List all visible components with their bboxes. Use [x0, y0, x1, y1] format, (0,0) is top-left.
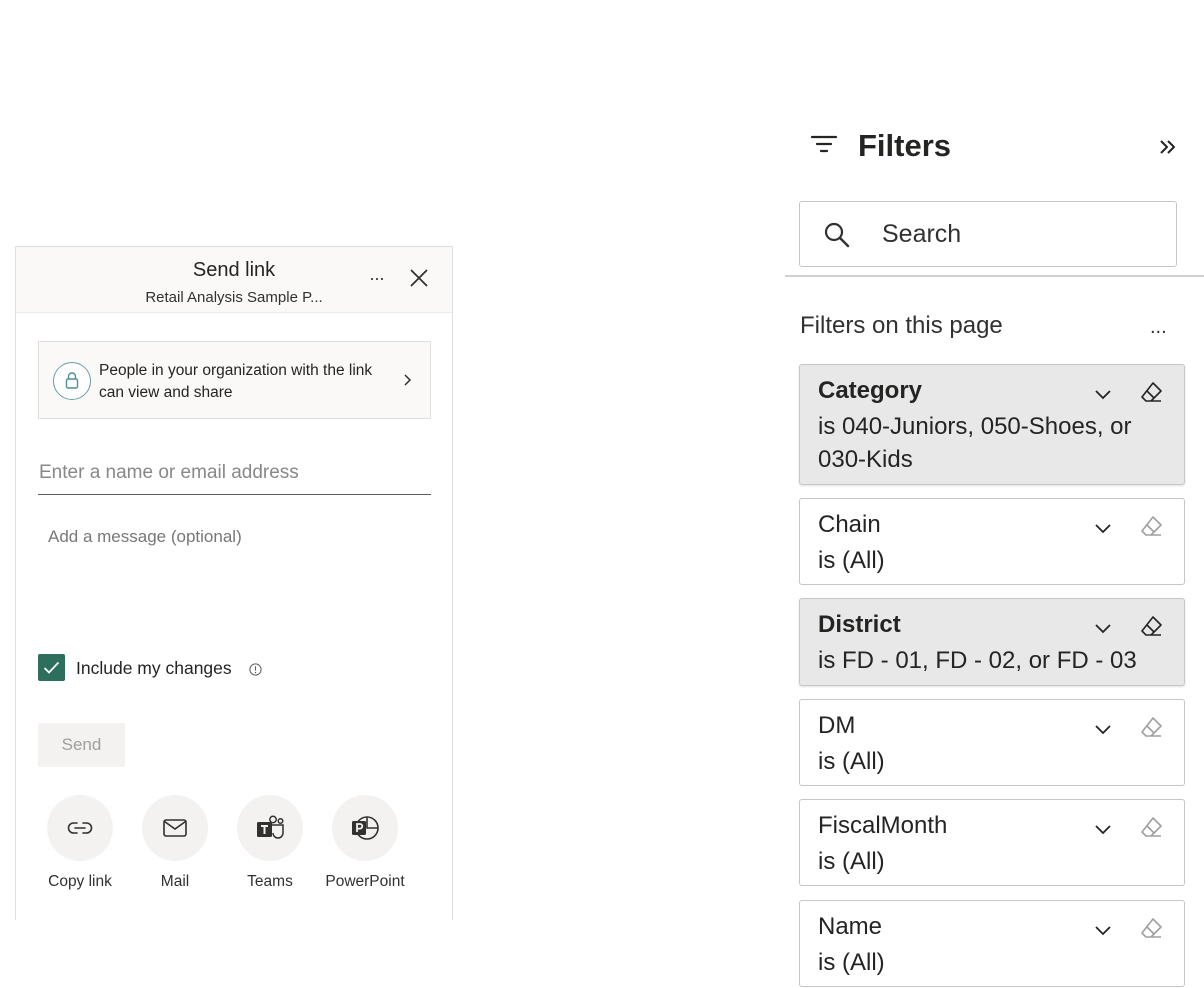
copy-link-option[interactable]: Copy link [35, 795, 125, 905]
filter-card-name: FiscalMonth [818, 812, 948, 839]
chevron-down-icon[interactable] [1092, 517, 1114, 539]
include-changes-label: Include my changes [76, 658, 232, 678]
eraser-icon[interactable] [1138, 814, 1164, 840]
filter-card-district[interactable]: District is FD - 01, FD - 02, or FD - 03 [799, 598, 1185, 686]
filter-card-value: is FD - 01, FD - 02, or FD - 03 [818, 647, 1137, 674]
lock-icon [53, 362, 91, 400]
filter-card-name: Chain [818, 511, 881, 538]
pane-divider [785, 275, 1204, 277]
powerpoint-icon [352, 816, 379, 840]
close-icon[interactable] [408, 267, 430, 289]
chevron-down-icon[interactable] [1092, 383, 1114, 405]
filter-card-name-field[interactable]: Name is (All) [799, 900, 1185, 987]
chevron-down-icon[interactable] [1092, 718, 1114, 740]
eraser-icon[interactable] [1138, 613, 1164, 639]
section-title: Filters on this page [800, 312, 1003, 339]
chevron-right-icon [404, 374, 412, 386]
checkmark-icon [43, 661, 60, 674]
collapse-pane-icon[interactable] [1158, 137, 1178, 157]
powerpoint-button[interactable] [332, 795, 398, 861]
filter-card-name: Name [818, 913, 883, 940]
chevron-down-icon[interactable] [1092, 919, 1114, 941]
mail-label: Mail [160, 873, 190, 890]
filter-card-value: is 040-Juniors, 050-Shoes, or 030-Kids [818, 413, 1132, 473]
teams-label: Teams [247, 873, 293, 890]
recipient-input[interactable] [38, 453, 431, 495]
teams-option[interactable]: Teams [225, 795, 315, 905]
filter-card-category[interactable]: Category is 040-Juniors, 050-Shoes, or 0… [799, 364, 1185, 485]
dialog-subtitle: Retail Analysis Sample P... [145, 289, 323, 306]
filter-card-fiscalmonth[interactable]: FiscalMonth is (All) [799, 799, 1185, 886]
filter-card-value: is (All) [818, 547, 885, 574]
send-button[interactable]: Send [38, 723, 125, 767]
eraser-icon[interactable] [1138, 915, 1164, 941]
send-link-dialog: Send link Retail Analysis Sample P... ..… [15, 246, 453, 920]
chevron-down-icon[interactable] [1092, 818, 1114, 840]
filter-card-value: is (All) [818, 748, 885, 775]
copy-link-label: Copy link [48, 873, 112, 890]
eraser-icon[interactable] [1138, 513, 1164, 539]
mail-icon [163, 819, 187, 837]
filter-card-name: District [818, 611, 901, 638]
section-more-options[interactable]: ... [1150, 316, 1167, 339]
teams-button[interactable] [237, 795, 303, 861]
filter-search-box[interactable] [799, 201, 1177, 267]
mail-option[interactable]: Mail [130, 795, 220, 905]
dialog-header: Send link Retail Analysis Sample P... ..… [16, 247, 452, 313]
mail-button[interactable] [142, 795, 208, 861]
filter-icon [810, 135, 838, 153]
eraser-icon[interactable] [1138, 714, 1164, 740]
include-changes-checkbox[interactable] [38, 654, 65, 681]
message-input[interactable] [38, 517, 431, 627]
filter-card-chain[interactable]: Chain is (All) [799, 498, 1185, 585]
filter-card-name: DM [818, 712, 856, 739]
filter-card-value: is (All) [818, 848, 885, 875]
copy-link-button[interactable] [47, 795, 113, 861]
powerpoint-label: PowerPoint [325, 873, 405, 890]
permission-text: People in your organization with the lin… [99, 362, 373, 401]
filters-title: Filters [858, 128, 952, 163]
search-icon [824, 222, 850, 248]
eraser-icon[interactable] [1138, 379, 1164, 405]
teams-icon [257, 815, 284, 839]
filter-card-name: Category [818, 377, 923, 404]
filter-card-dm[interactable]: DM is (All) [799, 699, 1185, 786]
link-permission-settings[interactable]: People in your organization with the lin… [38, 341, 431, 419]
chevron-down-icon[interactable] [1092, 617, 1114, 639]
link-icon [67, 822, 93, 834]
more-options-button[interactable]: ... [364, 263, 390, 289]
powerpoint-option[interactable]: PowerPoint [320, 795, 410, 905]
filter-search-input[interactable] [880, 212, 1160, 256]
filter-card-value: is (All) [818, 949, 885, 976]
info-icon[interactable] [249, 663, 262, 676]
